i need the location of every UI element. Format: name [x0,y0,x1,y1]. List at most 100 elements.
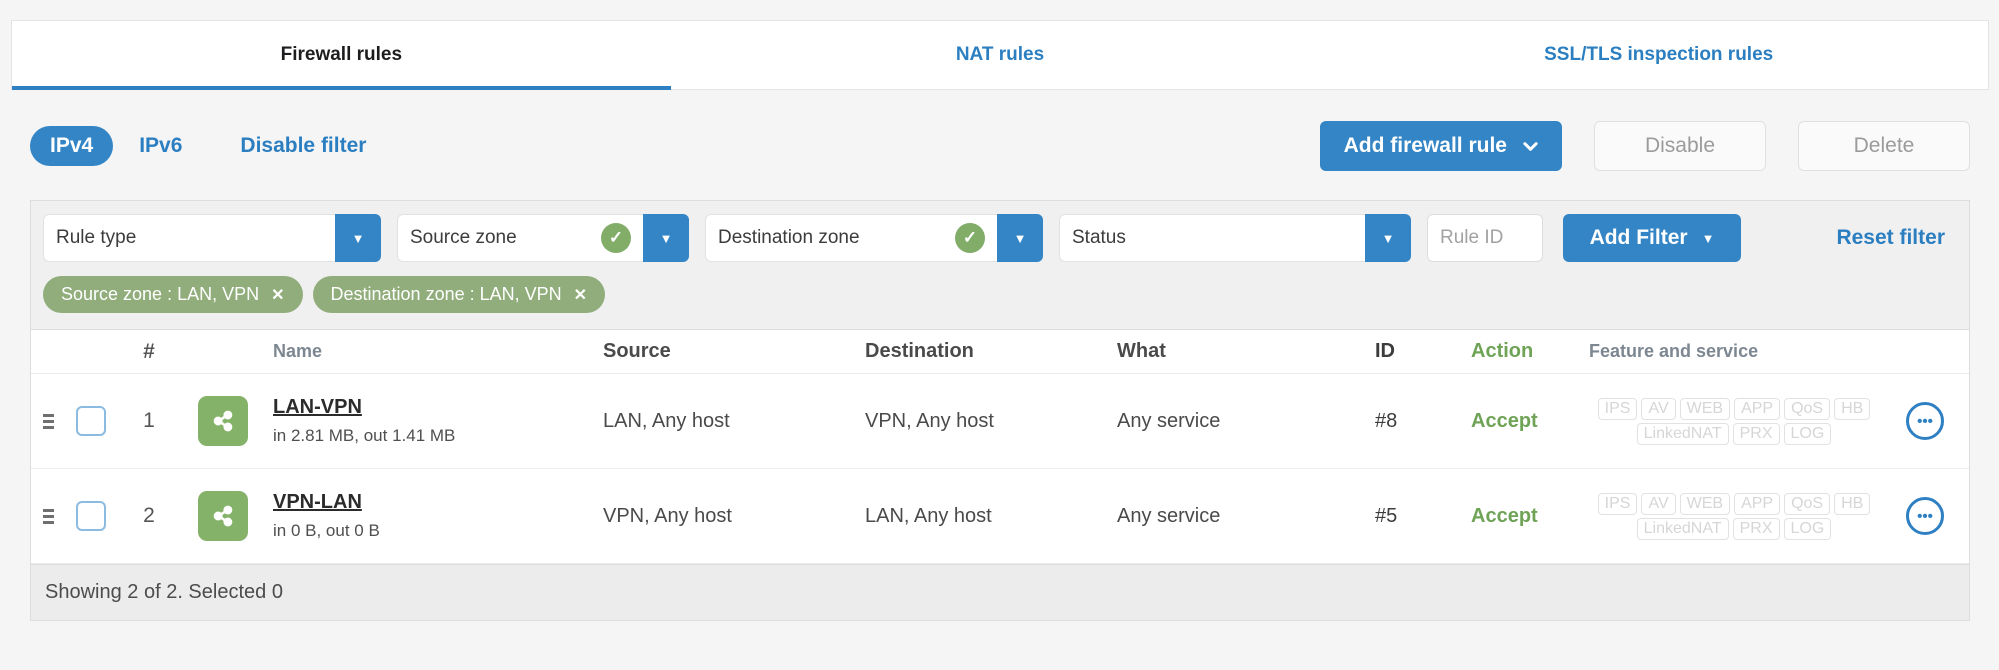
rule-source: VPN, Any host [603,504,732,527]
filter-chip-source-zone: Source zone : LAN, VPN ✕ [43,276,303,313]
rule-share-icon[interactable] [198,396,248,446]
row-number: 2 [143,504,155,527]
source-zone-label: Source zone [410,227,517,248]
rule-id: #5 [1375,504,1398,527]
feature-badge: AV [1641,492,1676,515]
ipv4-toggle[interactable]: IPv4 [30,126,114,166]
rule-what: Any service [1117,409,1221,432]
remove-chip-icon[interactable]: ✕ [271,285,284,305]
chevron-down-icon: ▼ [1701,230,1715,246]
table-row: 2 VPN-LAN in 0 B, out 0 B VPN, Any host … [31,469,1969,564]
header-what: What [1117,340,1166,362]
status-dropdown-button[interactable]: ▼ [1365,214,1411,262]
feature-badges: IPS AV WEB APP QoS HB LinkedNAT PRX LOG [1589,492,1879,540]
chip-label: Source zone : LAN, VPN [61,284,260,304]
toolbar: IPv4 IPv6 Disable filter Add firewall ru… [30,120,1970,172]
rule-id-input[interactable] [1427,214,1543,262]
filter-active-check-icon: ✓ [955,223,985,253]
header-source: Source [603,340,671,362]
source-zone-dropdown[interactable]: Source zone ✓ [397,214,643,262]
feature-badges: IPS AV WEB APP QoS HB LinkedNAT PRX LOG [1589,397,1879,445]
feature-badge: PRX [1732,517,1780,540]
filter-row: Rule type ▼ Source zone ✓ ▼ Destination … [31,201,1969,272]
rule-name-link[interactable]: VPN-LAN [273,491,587,514]
tab-ssl-tls-inspection-rules[interactable]: SSL/TLS inspection rules [1329,21,1988,89]
rule-action: Accept [1471,409,1538,432]
filter-active-check-icon: ✓ [601,223,631,253]
feature-badge: APP [1734,397,1781,420]
remove-chip-icon[interactable]: ✕ [574,285,587,305]
feature-badge: PRX [1732,422,1780,445]
reset-filter-link[interactable]: Reset filter [1836,226,1945,250]
rule-action: Accept [1471,504,1538,527]
destination-zone-dropdown[interactable]: Destination zone ✓ [705,214,997,262]
feature-badge: HB [1834,397,1871,420]
rule-share-icon[interactable] [198,491,248,541]
disable-button[interactable]: Disable [1594,121,1766,171]
chevron-down-icon: ▼ [659,230,673,246]
drag-handle-icon[interactable] [42,413,54,429]
rules-panel: Rule type ▼ Source zone ✓ ▼ Destination … [30,200,1970,621]
rules-table: # Name Source Destination What ID Action… [31,329,1969,620]
filter-destination-zone: Destination zone ✓ ▼ [705,214,1043,262]
filter-rule-type: Rule type ▼ [43,214,381,262]
source-zone-dropdown-button[interactable]: ▼ [643,214,689,262]
rule-type-label: Rule type [56,227,137,248]
feature-badge: LinkedNAT [1636,422,1729,445]
rule-type-dropdown-button[interactable]: ▼ [335,214,381,262]
destination-zone-label: Destination zone [718,227,860,248]
table-row: 1 LAN-VPN in 2.81 MB, out 1.41 MB LAN, A… [31,374,1969,469]
header-name: Name [273,341,323,361]
drag-handle-icon[interactable] [42,508,54,524]
disable-filter-link[interactable]: Disable filter [240,134,366,158]
delete-button[interactable]: Delete [1798,121,1970,171]
table-header: # Name Source Destination What ID Action… [31,330,1969,374]
rule-destination: LAN, Any host [865,504,992,527]
status-label: Status [1072,227,1126,248]
add-firewall-rule-button[interactable]: Add firewall rule [1319,121,1562,171]
ipv6-toggle[interactable]: IPv6 [139,134,182,158]
feature-badge: LOG [1783,517,1832,540]
header-number: # [143,339,155,363]
row-menu-icon[interactable]: ••• [1906,402,1944,440]
header-id: ID [1375,340,1395,362]
feature-badge: LOG [1783,422,1832,445]
row-checkbox[interactable] [76,501,106,531]
active-filter-chips: Source zone : LAN, VPN ✕ Destination zon… [31,272,1969,329]
add-firewall-rule-label: Add firewall rule [1343,134,1507,157]
showing-status-text: Showing 2 of 2. Selected 0 [45,581,283,603]
filter-source-zone: Source zone ✓ ▼ [397,214,689,262]
chevron-down-icon: ▼ [1013,230,1027,246]
feature-badge: APP [1734,492,1781,515]
feature-badge: LinkedNAT [1636,517,1729,540]
chevron-down-icon: ▼ [1381,230,1395,246]
header-feature-and-service: Feature and service [1589,341,1759,361]
rule-type-dropdown[interactable]: Rule type [43,214,335,262]
row-menu-icon[interactable]: ••• [1906,497,1944,535]
rule-id: #8 [1375,409,1398,432]
table-footer: Showing 2 of 2. Selected 0 [31,564,1969,620]
tab-nat-rules[interactable]: NAT rules [671,21,1330,89]
rule-source: LAN, Any host [603,409,730,432]
add-filter-button[interactable]: Add Filter ▼ [1563,214,1741,262]
header-action: Action [1471,340,1534,362]
feature-badge: IPS [1597,397,1638,420]
feature-badge: WEB [1679,397,1731,420]
destination-zone-dropdown-button[interactable]: ▼ [997,214,1043,262]
filter-status: Status ▼ [1059,214,1411,262]
feature-badge: WEB [1679,492,1731,515]
tab-firewall-rules[interactable]: Firewall rules [12,21,671,90]
status-dropdown[interactable]: Status [1059,214,1365,262]
row-checkbox[interactable] [76,406,106,436]
rule-what: Any service [1117,504,1221,527]
rule-name-link[interactable]: LAN-VPN [273,396,587,419]
rule-destination: VPN, Any host [865,409,994,432]
chip-label: Destination zone : LAN, VPN [330,284,562,304]
feature-badge: IPS [1597,492,1638,515]
chevron-down-icon [1523,141,1538,151]
add-filter-label: Add Filter [1589,226,1688,249]
feature-badge: QoS [1784,492,1831,515]
row-number: 1 [143,409,155,432]
chevron-down-icon: ▼ [351,230,365,246]
tab-bar: Firewall rules NAT rules SSL/TLS inspect… [11,20,1989,90]
